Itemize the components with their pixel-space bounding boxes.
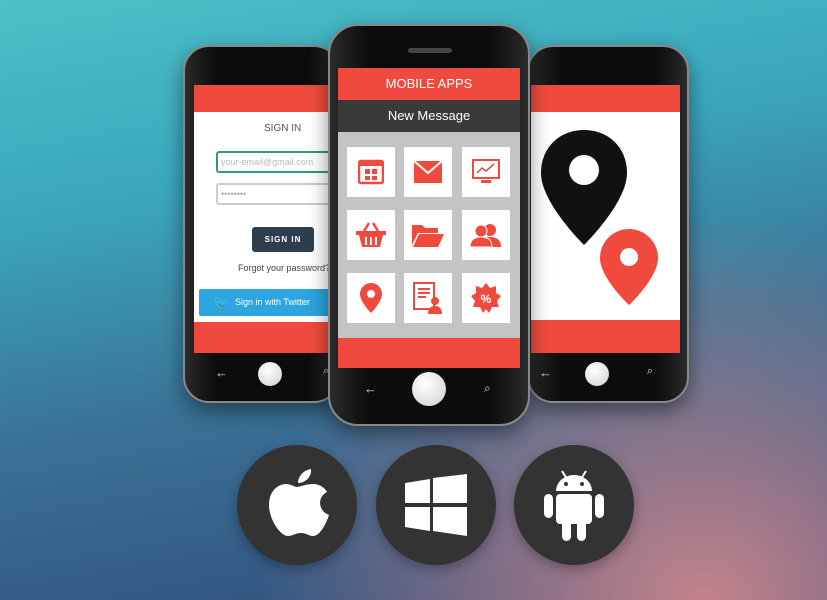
tile-folder[interactable]: [404, 210, 452, 260]
forgot-password-link[interactable]: Forgot your password?: [238, 263, 330, 273]
location-pin-icon: [360, 283, 382, 313]
tile-calendar[interactable]: [347, 147, 395, 197]
apps-screen: MOBILE APPS New Message %: [338, 68, 520, 368]
bottom-bar: [194, 322, 332, 353]
bottom-bar: [338, 338, 520, 368]
apple-platform-badge: [237, 445, 357, 565]
basket-icon: [356, 222, 386, 247]
apps-header: MOBILE APPS: [338, 68, 520, 100]
new-message-bar[interactable]: New Message: [338, 100, 520, 132]
tile-basket[interactable]: [347, 210, 395, 260]
back-icon[interactable]: ←: [539, 365, 552, 380]
top-bar: [531, 85, 680, 112]
apple-icon: [269, 469, 329, 536]
phone-apps: MOBILE APPS New Message % ← ⌕: [328, 24, 530, 426]
android-icon: [544, 470, 604, 541]
home-button[interactable]: [585, 362, 609, 386]
users-icon: [470, 224, 501, 247]
windows-icon: [405, 474, 467, 536]
chart-monitor-icon: [472, 159, 500, 183]
back-icon[interactable]: ←: [215, 365, 228, 380]
discount-badge-icon: %: [471, 283, 501, 313]
tile-location[interactable]: [347, 273, 395, 323]
map-screen: [531, 85, 680, 353]
tile-users[interactable]: [462, 210, 510, 260]
back-icon[interactable]: ←: [364, 381, 377, 396]
tile-mail[interactable]: [404, 147, 452, 197]
phone-map: ← ⌕: [527, 45, 689, 403]
tile-chart[interactable]: [462, 147, 510, 197]
signin-button[interactable]: SIGN IN: [252, 227, 314, 252]
home-button[interactable]: [258, 362, 282, 386]
home-button[interactable]: [412, 372, 446, 406]
twitter-signin-button[interactable]: 🐦 Sign in with Twitter: [199, 289, 332, 316]
red-location-pin-icon: [600, 229, 658, 305]
mail-icon: [414, 161, 442, 183]
document-user-icon: [413, 282, 442, 314]
signin-screen: SIGN IN your-email@gmail.com •••••••• SI…: [194, 85, 332, 353]
top-bar: [194, 85, 332, 112]
tile-discount[interactable]: %: [462, 273, 510, 323]
twitter-icon: 🐦: [213, 295, 230, 310]
signin-title: SIGN IN: [264, 123, 302, 134]
bottom-bar: [531, 320, 680, 353]
email-input[interactable]: your-email@gmail.com: [216, 151, 332, 173]
twitter-label: Sign in with Twitter: [235, 297, 310, 307]
phone-signin: SIGN IN your-email@gmail.com •••••••• SI…: [183, 45, 340, 403]
windows-platform-badge: [376, 445, 496, 565]
svg-text:%: %: [481, 292, 492, 306]
tile-document-user[interactable]: [404, 273, 452, 323]
search-icon[interactable]: ⌕: [647, 365, 653, 378]
search-icon[interactable]: ⌕: [484, 381, 491, 396]
password-input[interactable]: ••••••••: [216, 183, 332, 205]
calendar-icon: [358, 159, 384, 185]
folder-icon: [412, 225, 444, 247]
android-platform-badge: [514, 445, 634, 565]
speaker: [408, 48, 452, 53]
